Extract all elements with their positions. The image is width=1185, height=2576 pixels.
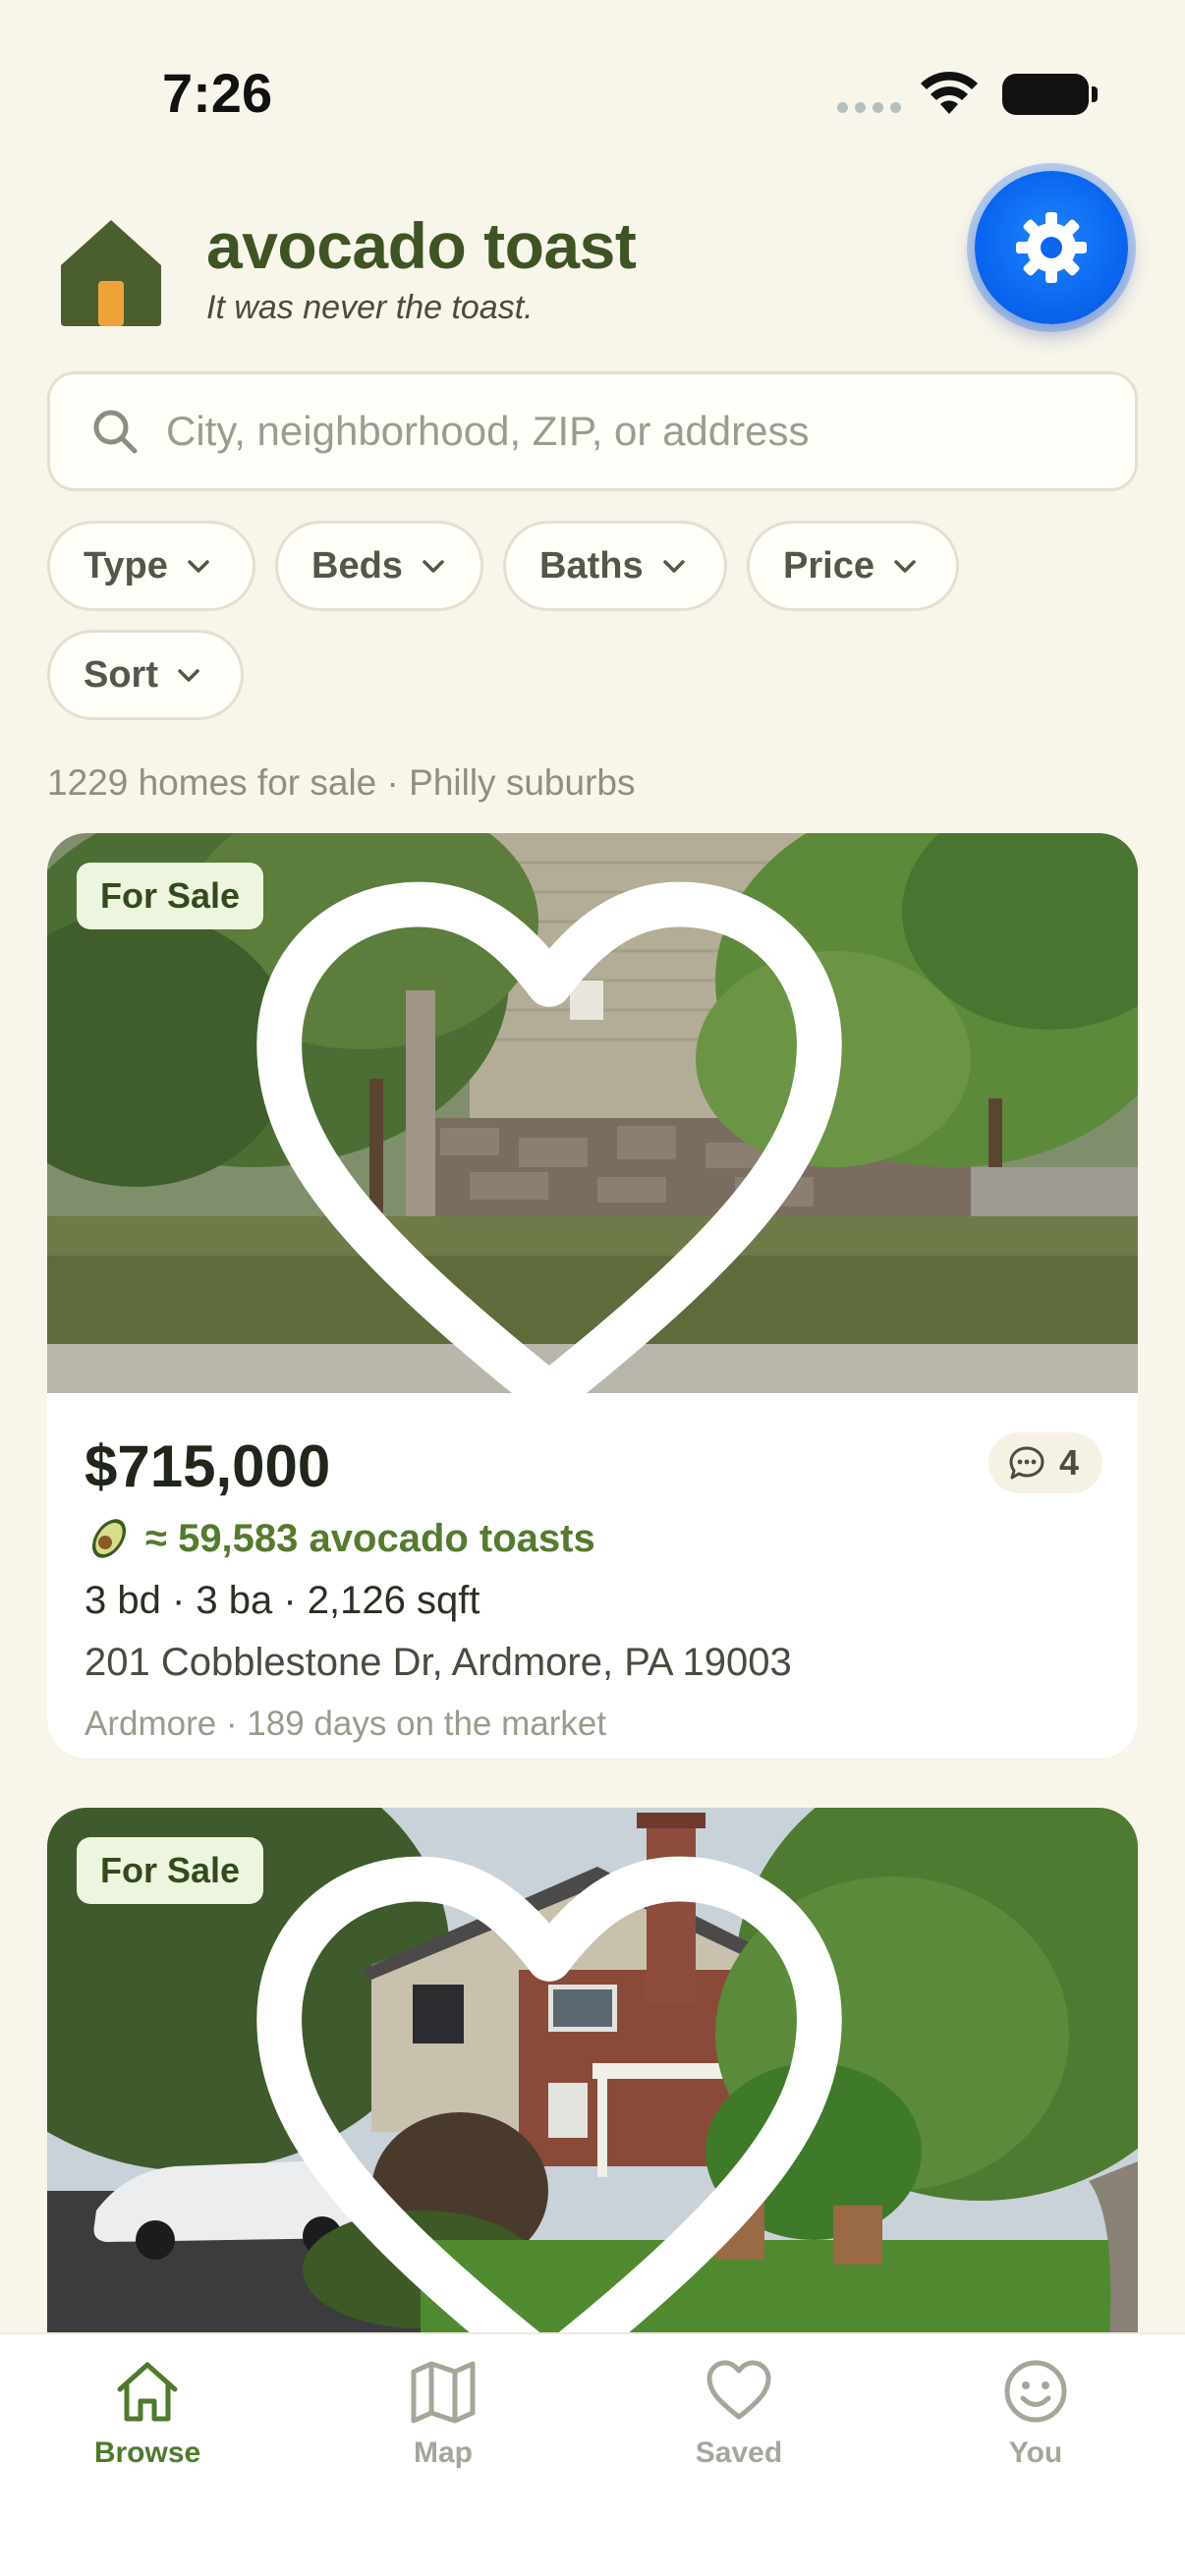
- settings-button[interactable]: [975, 171, 1128, 324]
- listing-card[interactable]: For Sale: [47, 1808, 1138, 2332]
- smiley-icon: [1004, 2360, 1067, 2423]
- chevron-down-icon: [662, 560, 685, 573]
- app-tagline: It was never the toast.: [206, 289, 534, 326]
- listing-details: $715,000 ≈ 59,583 avocado toasts 3 bd · …: [47, 1393, 1138, 1759]
- avocado-toast-count: ≈ 59,583 avocado toasts: [145, 1516, 595, 1560]
- status-time: 7:26: [162, 62, 273, 124]
- chevron-down-icon: [894, 560, 916, 573]
- tab-saved-label: Saved: [695, 2436, 783, 2469]
- tab-map[interactable]: Map: [325, 2356, 561, 2503]
- listing-address: 201 Cobblestone Dr, Ardmore, PA 19003: [85, 1641, 792, 1684]
- tab-saved[interactable]: Saved: [621, 2356, 857, 2503]
- filter-sort-label: Sort: [84, 653, 158, 696]
- heart-icon[interactable]: [47, 1849, 1095, 2332]
- gear-icon: [1016, 212, 1087, 283]
- listing-photo[interactable]: For Sale: [47, 833, 1138, 1393]
- filter-price-label: Price: [783, 544, 875, 587]
- cellular-signal-icon: [837, 102, 901, 113]
- listing-price: $715,000: [85, 1433, 331, 1499]
- search-input[interactable]: [166, 408, 1135, 455]
- listing-card[interactable]: For Sale $715,000 ≈ 59,583 avocado toast…: [47, 833, 1138, 1759]
- filter-price[interactable]: Price: [747, 521, 959, 611]
- house-icon: [117, 2362, 178, 2422]
- app-title: avocado toast: [206, 209, 637, 282]
- status-bar: 7:26: [0, 0, 1185, 187]
- search-icon: [93, 410, 138, 454]
- filter-baths-label: Baths: [539, 544, 644, 587]
- search-box[interactable]: [47, 371, 1138, 491]
- chevron-down-icon: [188, 560, 209, 573]
- comments-button[interactable]: 4: [988, 1432, 1102, 1493]
- wifi-icon: [921, 71, 978, 114]
- chevron-down-icon: [178, 669, 199, 682]
- house-logo-icon: [61, 220, 161, 326]
- listing-photo[interactable]: For Sale: [47, 1808, 1138, 2332]
- results-summary: 1229 homes for sale · Philly suburbs: [47, 762, 636, 803]
- tab-bar: Browse Map Saved You: [0, 2332, 1185, 2576]
- filter-baths[interactable]: Baths: [503, 521, 727, 611]
- filter-sort[interactable]: Sort: [47, 630, 244, 720]
- filter-beds[interactable]: Beds: [275, 521, 483, 611]
- heart-icon[interactable]: [47, 874, 1095, 1393]
- tab-you-label: You: [1008, 2436, 1063, 2469]
- chevron-down-icon: [423, 560, 444, 573]
- tab-map-label: Map: [414, 2436, 473, 2469]
- tab-browse-label: Browse: [93, 2436, 201, 2469]
- filter-type-label: Type: [84, 544, 168, 587]
- filter-type[interactable]: Type: [47, 521, 255, 611]
- filter-beds-label: Beds: [311, 544, 403, 587]
- heart-icon: [706, 2360, 771, 2420]
- tab-you[interactable]: You: [918, 2356, 1154, 2503]
- avocado-toast-equivalent: ≈ 59,583 avocado toasts: [85, 1514, 1100, 1563]
- comment-count: 4: [1058, 1442, 1079, 1483]
- comment-bubble-icon: [1009, 1446, 1044, 1480]
- map-icon: [411, 2361, 476, 2424]
- battery-icon: [1002, 74, 1098, 115]
- avocado-icon: [91, 1519, 127, 1558]
- listing-specs: 3 bd · 3 ba · 2,126 sqft: [85, 1579, 480, 1622]
- listing-meta: Ardmore · 189 days on the market: [85, 1705, 607, 1743]
- tab-browse[interactable]: Browse: [29, 2356, 265, 2503]
